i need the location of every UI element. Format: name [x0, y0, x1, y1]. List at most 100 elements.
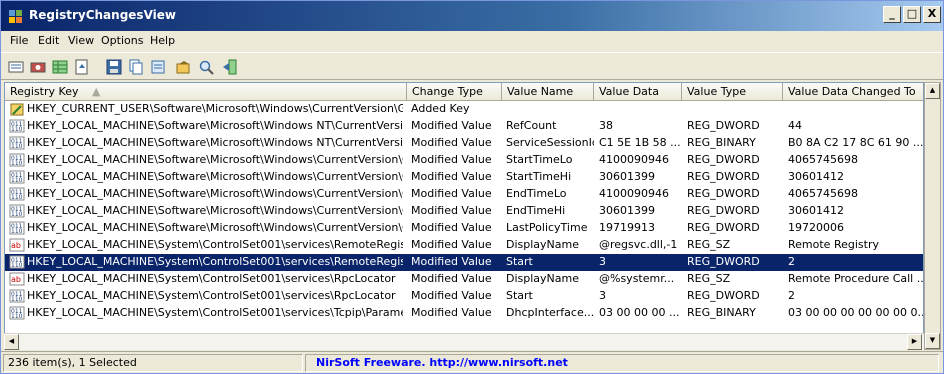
cell-change-type: Modified Value: [411, 187, 492, 200]
status-bar: 236 item(s), 1 Selected NirSoft Freeware…: [1, 351, 943, 373]
vertical-scrollbar[interactable]: ▲ ▼: [924, 82, 941, 350]
cell-change-type: Modified Value: [411, 119, 492, 132]
cell-value-data-changed-to: 2: [788, 289, 795, 302]
sort-ascending-icon: ▲: [91, 85, 101, 98]
menu-edit[interactable]: Edit: [38, 34, 59, 47]
cell-value-data: @%systemr...: [599, 272, 675, 285]
cell-change-type: Modified Value: [411, 136, 492, 149]
menu-options[interactable]: Options: [101, 34, 143, 47]
column-registry-key[interactable]: Registry Key ▲: [5, 83, 407, 101]
svg-text:110: 110: [11, 160, 23, 167]
copy-icon[interactable]: [127, 58, 145, 76]
table-row[interactable]: ab HKEY_LOCAL_MACHINE\System\ControlSet00…: [5, 237, 923, 254]
grid-icon[interactable]: [51, 58, 69, 76]
cell-value-data-changed-to: Remote Procedure Call ...: [788, 272, 924, 285]
column-value-data[interactable]: Value Data: [594, 83, 682, 101]
table-row[interactable]: 011 110 HKEY_LOCAL_MACHINE\Software\Micros…: [5, 220, 923, 237]
cell-value-data: 19719913: [599, 221, 655, 234]
save-icon[interactable]: [105, 58, 123, 76]
string-value-icon: ab: [9, 238, 25, 252]
cell-value-name: RefCount: [506, 119, 557, 132]
screenshot-icon[interactable]: [29, 58, 47, 76]
table-row[interactable]: 011 110 HKEY_LOCAL_MACHINE\Software\Micros…: [5, 186, 923, 203]
column-value-name[interactable]: Value Name: [502, 83, 594, 101]
binary-value-icon: 011110: [9, 204, 25, 218]
cell-value-type: REG_DWORD: [687, 153, 760, 166]
options-icon[interactable]: [175, 58, 193, 76]
svg-text:110: 110: [11, 143, 23, 150]
cell-value-type: REG_DWORD: [687, 119, 760, 132]
cell-registry-key: HKEY_LOCAL_MACHINE\System\ControlSet001\…: [27, 238, 403, 251]
column-value-type[interactable]: Value Type: [682, 83, 783, 101]
cell-value-data: 30601399: [599, 204, 655, 217]
registry-changes-list[interactable]: Registry Key ▲ Change Type Value Name Va…: [4, 82, 924, 350]
cell-value-data: 38: [599, 119, 613, 132]
column-label: Value Data Changed To: [788, 85, 916, 98]
table-row[interactable]: 011 110 HKEY_LOCAL_MACHINE\Software\Micros…: [5, 118, 923, 135]
cell-change-type: Modified Value: [411, 255, 492, 268]
cell-value-data: @regsvc.dll,-1: [599, 238, 678, 251]
svg-text:110: 110: [11, 313, 23, 320]
cell-change-type: Modified Value: [411, 221, 492, 234]
key-added-icon: [10, 103, 24, 116]
scroll-left-icon[interactable]: ◀: [4, 334, 19, 350]
properties-icon[interactable]: [7, 58, 25, 76]
cell-change-type: Added Key: [411, 102, 470, 115]
table-row[interactable]: 011 110 HKEY_LOCAL_MACHINE\System\ControlS…: [5, 254, 923, 271]
scroll-right-icon[interactable]: ▶: [907, 334, 922, 350]
svg-text:110: 110: [11, 211, 23, 218]
cell-value-data-changed-to: 2: [788, 255, 795, 268]
table-row[interactable]: 011 110 HKEY_LOCAL_MACHINE\Software\Micros…: [5, 203, 923, 220]
cell-value-name: Start: [506, 255, 533, 268]
horizontal-scrollbar[interactable]: ◀ ▶: [4, 333, 924, 350]
exit-icon[interactable]: [221, 58, 239, 76]
cell-registry-key: HKEY_LOCAL_MACHINE\System\ControlSet001\…: [27, 272, 396, 285]
cell-registry-key: HKEY_LOCAL_MACHINE\System\ControlSet001\…: [27, 255, 403, 268]
cell-value-data-changed-to: 44: [788, 119, 802, 132]
table-row[interactable]: HKEY_CURRENT_USER\Software\Microsoft\Win…: [5, 101, 923, 118]
menu-view[interactable]: View: [68, 34, 94, 47]
cell-value-name: StartTimeHi: [506, 170, 572, 183]
cell-value-name: DisplayName: [506, 272, 579, 285]
copy-text-icon[interactable]: [149, 58, 167, 76]
scroll-up-icon[interactable]: ▲: [925, 83, 940, 99]
table-row[interactable]: ab HKEY_LOCAL_MACHINE\System\ControlSet00…: [5, 271, 924, 288]
table-row[interactable]: 011 110 HKEY_LOCAL_MACHINE\Software\Micros…: [5, 169, 923, 186]
nirsoft-link[interactable]: NirSoft Freeware. http://www.nirsoft.net: [316, 356, 568, 369]
minimize-button[interactable]: _: [883, 6, 901, 23]
svg-text:110: 110: [11, 228, 23, 235]
scroll-down-icon[interactable]: ▼: [925, 333, 940, 349]
column-value-data-changed-to[interactable]: Value Data Changed To: [783, 83, 923, 101]
status-credit[interactable]: NirSoft Freeware. http://www.nirsoft.net: [305, 354, 939, 372]
table-row[interactable]: 011 110 HKEY_LOCAL_MACHINE\System\ControlS…: [5, 305, 924, 322]
table-row[interactable]: 011 110 HKEY_LOCAL_MACHINE\System\ControlS…: [5, 288, 923, 305]
cell-value-name: StartTimeLo: [506, 153, 573, 166]
cell-value-data-changed-to: 19720006: [788, 221, 844, 234]
find-icon[interactable]: [197, 58, 215, 76]
column-change-type[interactable]: Change Type: [407, 83, 502, 101]
table-row[interactable]: 011 110 HKEY_LOCAL_MACHINE\Software\Micros…: [5, 152, 923, 169]
svg-text:ab: ab: [11, 275, 21, 284]
export-icon[interactable]: [73, 58, 91, 76]
binary-value-icon: 011110: [9, 221, 25, 235]
cell-value-data-changed-to: B0 8A C2 17 8C 61 90 ...: [788, 136, 924, 149]
column-label: Change Type: [412, 85, 483, 98]
cell-value-name: ServiceSessionId: [506, 136, 594, 149]
cell-value-data-changed-to: 4065745698: [788, 153, 858, 166]
cell-value-data: 03 00 00 00 ...: [599, 306, 680, 319]
menu-help[interactable]: Help: [150, 34, 175, 47]
table-row[interactable]: 011 110 HKEY_LOCAL_MACHINE\Software\Micros…: [5, 135, 924, 152]
menu-file[interactable]: File: [10, 34, 28, 47]
cell-registry-key: HKEY_LOCAL_MACHINE\Software\Microsoft\Wi…: [27, 187, 403, 200]
cell-value-type: REG_DWORD: [687, 255, 760, 268]
cell-value-type: REG_DWORD: [687, 170, 760, 183]
svg-text:110: 110: [11, 296, 23, 303]
cell-change-type: Modified Value: [411, 153, 492, 166]
cell-value-data-changed-to: 03 00 00 00 00 00 00 0...: [788, 306, 924, 319]
close-button[interactable]: X: [923, 6, 941, 23]
cell-value-name: EndTimeLo: [506, 187, 567, 200]
title-bar[interactable]: RegistryChangesView _ □ X: [1, 1, 943, 31]
cell-change-type: Modified Value: [411, 306, 492, 319]
cell-value-type: [687, 101, 783, 118]
maximize-button[interactable]: □: [903, 6, 921, 23]
